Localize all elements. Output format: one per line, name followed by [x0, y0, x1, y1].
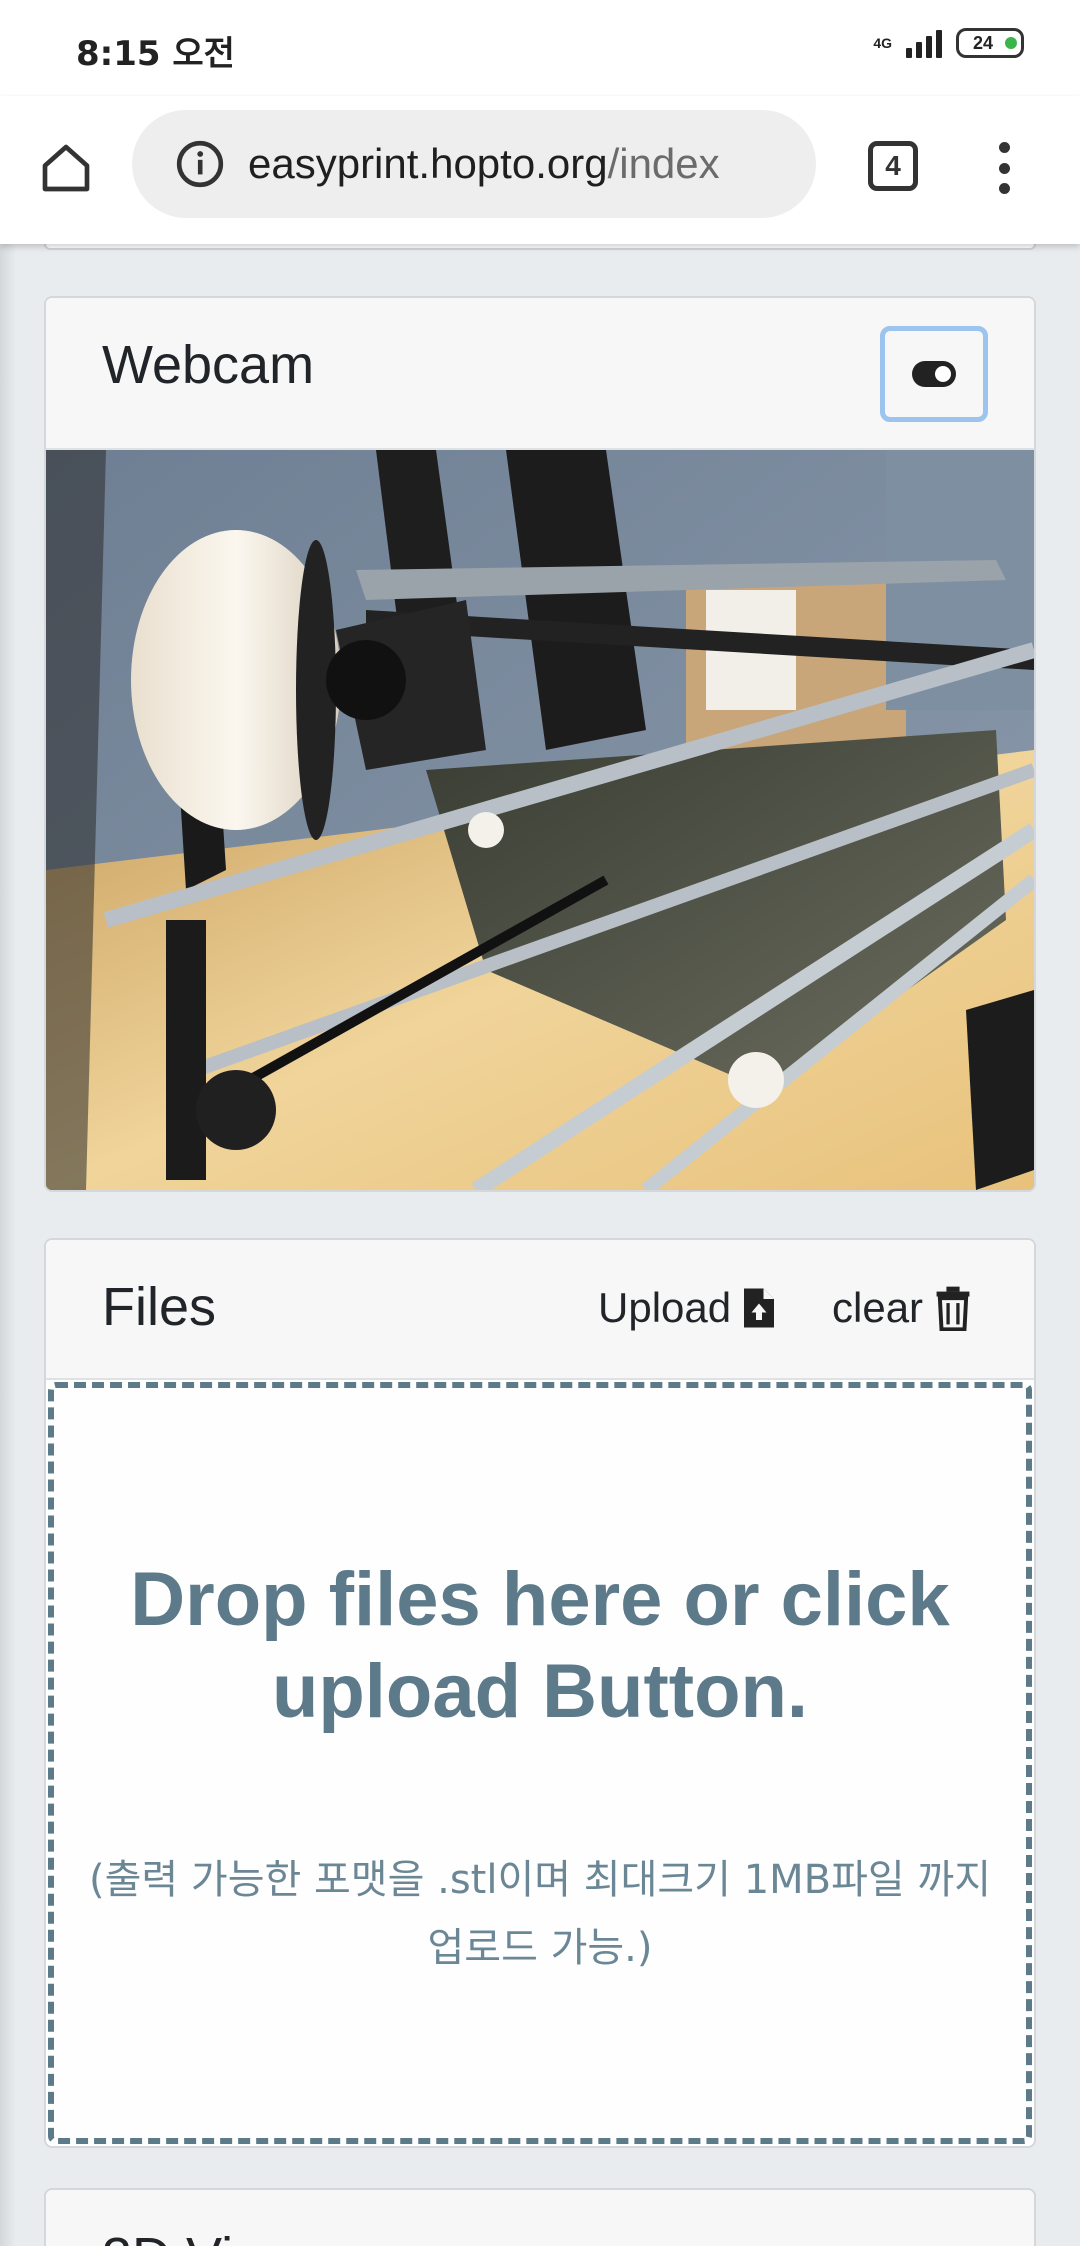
- home-icon: [42, 144, 90, 192]
- webcam-feed: [46, 450, 1034, 1190]
- battery-level: 24: [972, 32, 994, 53]
- signal-icon: [906, 28, 942, 58]
- info-icon[interactable]: [174, 138, 226, 190]
- clear-button[interactable]: clear: [832, 1284, 973, 1332]
- dropzone-note: (출력 가능한 포맷을 .stl이며 최대크기 1MB파일 까지 업로드 가능.…: [88, 1857, 992, 1971]
- webcam-title: Webcam: [102, 335, 315, 395]
- webcam-toggle-button[interactable]: [880, 326, 988, 422]
- status-bar: 8:15 오전 4G 24: [0, 0, 1080, 96]
- webcam-card: Webcam: [44, 296, 1036, 1192]
- file-upload-icon: [744, 1288, 775, 1328]
- url-text: easyprint.hopto.org/index: [248, 140, 720, 188]
- address-bar[interactable]: easyprint.hopto.org/index: [132, 110, 816, 218]
- toggle-icon: [912, 361, 956, 387]
- browser-toolbar: easyprint.hopto.org/index 4: [0, 96, 1080, 244]
- webcam-card-header: Webcam: [46, 298, 1034, 450]
- status-icons: 4G 24: [873, 28, 1024, 58]
- next-card-title: 3D Vi: [102, 2226, 233, 2246]
- network-indicator: 4G: [873, 36, 892, 50]
- page-edge: [0, 244, 16, 2246]
- url-path: /index: [607, 140, 720, 187]
- files-title: Files: [102, 1277, 217, 1337]
- battery-icon: 24: [956, 28, 1024, 58]
- upload-label: Upload: [598, 1284, 732, 1331]
- tab-count: 4: [885, 150, 901, 181]
- file-dropzone[interactable]: Drop files here or click upload Button. …: [48, 1382, 1032, 2144]
- trash-icon: [936, 1286, 970, 1331]
- tab-switcher-button[interactable]: 4: [868, 141, 918, 191]
- clear-label: clear: [832, 1284, 924, 1331]
- url-domain: easyprint.hopto.org: [248, 140, 608, 187]
- dropzone-line-1: Drop files here or click: [130, 1557, 950, 1642]
- home-button[interactable]: [34, 136, 98, 200]
- status-time: 8:15 오전: [76, 34, 235, 74]
- upload-button[interactable]: Upload: [598, 1284, 777, 1332]
- dropzone-line-2: upload Button.: [271, 1649, 809, 1734]
- browser-menu-button[interactable]: [984, 136, 1024, 200]
- network-type: 4G: [873, 35, 892, 51]
- files-card: Files Upload clear Drop files here or cl…: [44, 1238, 1036, 2148]
- next-card: 3D Vi: [44, 2188, 1036, 2246]
- dropzone-message: Drop files here or click upload Button.: [54, 1554, 1026, 1738]
- files-card-header: Files Upload clear: [46, 1240, 1034, 1380]
